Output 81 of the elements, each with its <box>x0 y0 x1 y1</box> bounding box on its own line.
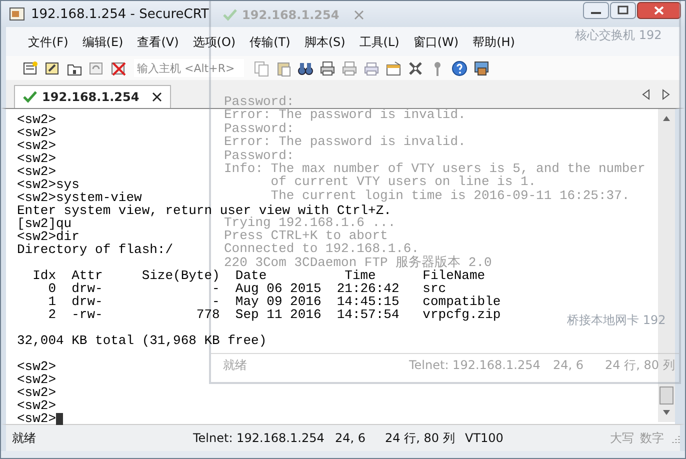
terminal-line: Password: <box>224 95 294 108</box>
status-text: 就绪 <box>11 430 37 446</box>
tab-label: 192.168.1.254 <box>242 8 340 22</box>
terminal-line: 2 -rw- 778 Sep 11 2016 14:57:54 vrpcfg.zip <box>47 308 501 321</box>
tab-label: 192.168.1.254 <box>42 90 140 104</box>
disconnect-icon[interactable] <box>110 60 127 76</box>
terminal-line: 0 drw- - Aug 06 2015 21:26:42 src <box>47 282 446 295</box>
status-text: VT100 <box>465 431 504 445</box>
terminal-line: <sw2> <box>17 165 56 178</box>
menu-item[interactable]: 窗口(W) <box>413 34 459 51</box>
check-icon <box>23 91 37 103</box>
menu-item[interactable]: 工具(L) <box>359 34 400 51</box>
app-icon <box>9 6 25 22</box>
help-icon[interactable] <box>451 60 468 76</box>
terminal-line: Directory of flash:/ <box>17 243 174 256</box>
host-input-field[interactable]: 输入主机 <Alt+R> <box>134 59 244 77</box>
terminal-line: <sw2>system-view <box>17 191 142 204</box>
status-text: 就绪 <box>222 356 248 374</box>
close-icon <box>354 10 364 20</box>
close-icon[interactable] <box>152 92 162 102</box>
terminal-line: Trying 192.168.1.6 ... <box>224 216 396 229</box>
terminal-line: 32,004 KB total (31,968 KB free) <box>17 334 267 347</box>
terminal-line: Connected to 192.168.1.6. <box>224 242 420 256</box>
status-text: 24, 6 <box>335 431 367 445</box>
terminal-line: Idx Attr Size(Byte) Date Time FileName <box>32 269 486 282</box>
terminal-line: Error: The password is invalid. <box>224 108 466 122</box>
terminal-line: <sw2>dir <box>17 230 80 243</box>
menu-item[interactable]: 传输(T) <box>250 34 290 51</box>
status-text: 24 行, 80 列 <box>605 356 675 374</box>
close-icon[interactable] <box>637 2 681 19</box>
terminal-line: [sw2]qu <box>17 217 72 230</box>
faded-label: 桥接本地网卡 192 <box>567 312 666 329</box>
menu-item[interactable]: 文件(F) <box>28 34 68 51</box>
terminal-line: Password: <box>224 148 294 162</box>
terminal-line: 1 drw- - May 09 2016 14:45:15 compatible <box>47 295 501 308</box>
menu-item[interactable]: 帮助(H) <box>472 34 515 51</box>
terminal-line: <sw2>sys <box>17 178 80 191</box>
terminal-line: <sw2> <box>17 152 56 165</box>
menu-item[interactable]: 查看(V) <box>137 34 179 51</box>
check-icon <box>223 9 237 21</box>
minimize-icon[interactable] <box>583 2 609 19</box>
terminal-line: The current login time is 2016-09-11 16:25:37. <box>270 188 630 202</box>
terminal-line: <sw2> <box>17 399 56 412</box>
tools-icon[interactable] <box>407 60 424 76</box>
monitor-icon[interactable] <box>473 60 490 76</box>
status-text: 24, 6 <box>553 358 585 372</box>
paste-icon[interactable] <box>275 60 292 76</box>
properties-icon[interactable] <box>385 60 402 76</box>
terminal-line: of current VTY users on line is 1. <box>270 175 536 189</box>
faded-label: 核心交换机 192 <box>575 27 662 44</box>
status-indicator: 数字 <box>640 430 664 446</box>
status-text: 24 行, 80 列 <box>385 430 456 446</box>
right-arrow-icon[interactable] <box>662 88 670 100</box>
terminal-line: Press CTRL+K to abort <box>224 228 388 242</box>
resize-grip-icon <box>670 433 680 443</box>
menu-item[interactable]: 编辑(E) <box>82 34 124 51</box>
terminal-line: <sw2> <box>17 412 56 425</box>
window-title: 192.168.1.254 - SecureCRT <box>31 6 209 22</box>
terminal-line: <sw2> <box>17 126 56 139</box>
printer-icon[interactable] <box>319 60 336 76</box>
terminal-line: <sw2> <box>17 373 56 386</box>
menu-item[interactable]: 选项(O) <box>192 34 236 51</box>
connect-icon[interactable] <box>44 60 61 76</box>
terminal-line: <sw2> <box>17 139 56 152</box>
status-text: Telnet: 192.168.1.254 <box>409 358 542 372</box>
terminal-line: 220 3Com 3CDaemon FTP 服务器版本 2.0 <box>224 256 492 270</box>
status-text: Telnet: 192.168.1.254 <box>193 431 326 445</box>
terminal-line: Error: The password is invalid. <box>224 135 466 149</box>
terminal-line: Password: <box>224 122 294 136</box>
session-tab[interactable]: 192.168.1.254 <box>14 85 172 108</box>
new-session-icon[interactable] <box>22 60 39 76</box>
status-indicator: 大写 <box>610 430 634 446</box>
terminal-line: <sw2> <box>17 113 56 126</box>
terminal-line: <sw2> <box>17 386 56 399</box>
menu-item[interactable]: 脚本(S) <box>304 34 346 51</box>
terminal-line: <sw2> <box>17 360 56 373</box>
terminal-line: Enter system view, return user view with Ctrl+Z. <box>17 204 392 217</box>
reconnect-icon[interactable] <box>88 60 105 76</box>
terminal-line: Info: The max number of VTY users is 5, and the number <box>224 162 646 176</box>
maximize-icon[interactable] <box>610 2 636 19</box>
left-arrow-icon[interactable] <box>642 88 650 100</box>
